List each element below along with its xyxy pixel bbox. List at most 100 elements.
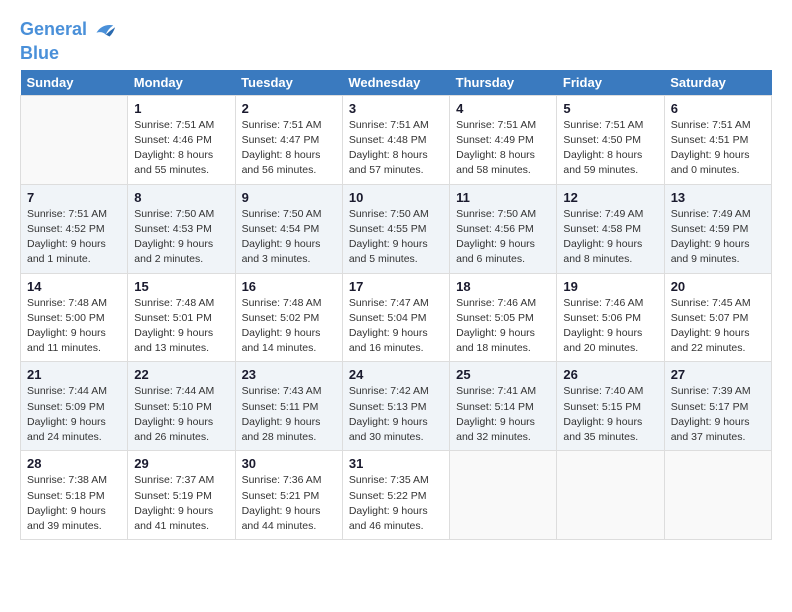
day-info: Sunrise: 7:51 AMSunset: 4:47 PMDaylight:… (242, 118, 336, 179)
day-info: Sunrise: 7:51 AMSunset: 4:52 PMDaylight:… (27, 207, 121, 268)
column-header-saturday: Saturday (664, 70, 771, 96)
calendar-cell: 6 Sunrise: 7:51 AMSunset: 4:51 PMDaylight… (664, 95, 771, 184)
header: General Blue (20, 16, 772, 64)
day-info: Sunrise: 7:35 AMSunset: 5:22 PMDaylight:… (349, 473, 443, 534)
week-row-3: 14 Sunrise: 7:48 AMSunset: 5:00 PMDayligh… (21, 273, 772, 362)
calendar-cell: 16Sunrise: 7:48 AMSunset: 5:02 PMDayligh… (235, 273, 342, 362)
calendar-cell: 20 Sunrise: 7:45 AMSunset: 5:07 PMDayligh… (664, 273, 771, 362)
calendar-cell: 28 Sunrise: 7:38 AMSunset: 5:18 PMDayligh… (21, 451, 128, 540)
day-info: Sunrise: 7:50 AMSunset: 4:54 PMDaylight:… (242, 207, 336, 268)
calendar-cell: 7 Sunrise: 7:51 AMSunset: 4:52 PMDaylight… (21, 184, 128, 273)
day-number: 31 (349, 456, 443, 471)
day-info: Sunrise: 7:44 AMSunset: 5:09 PMDaylight:… (27, 384, 121, 445)
calendar-cell: 1 Sunrise: 7:51 AMSunset: 4:46 PMDaylight… (128, 95, 235, 184)
calendar-cell: 4 Sunrise: 7:51 AMSunset: 4:49 PMDaylight… (450, 95, 557, 184)
logo: General Blue (20, 16, 117, 64)
day-number: 11 (456, 190, 550, 205)
calendar-cell: 29 Sunrise: 7:37 AMSunset: 5:19 PMDayligh… (128, 451, 235, 540)
calendar-cell: 14 Sunrise: 7:48 AMSunset: 5:00 PMDayligh… (21, 273, 128, 362)
day-number: 7 (27, 190, 121, 205)
column-header-wednesday: Wednesday (342, 70, 449, 96)
day-info: Sunrise: 7:50 AMSunset: 4:55 PMDaylight:… (349, 207, 443, 268)
day-info: Sunrise: 7:37 AMSunset: 5:19 PMDaylight:… (134, 473, 228, 534)
day-info: Sunrise: 7:46 AMSunset: 5:06 PMDaylight:… (563, 296, 657, 357)
header-row: SundayMondayTuesdayWednesdayThursdayFrid… (21, 70, 772, 96)
day-number: 18 (456, 279, 550, 294)
column-header-tuesday: Tuesday (235, 70, 342, 96)
day-number: 20 (671, 279, 765, 294)
calendar-cell: 21Sunrise: 7:44 AMSunset: 5:09 PMDayligh… (21, 362, 128, 451)
day-info: Sunrise: 7:40 AMSunset: 5:15 PMDaylight:… (563, 384, 657, 445)
calendar-cell: 5 Sunrise: 7:51 AMSunset: 4:50 PMDaylight… (557, 95, 664, 184)
calendar-cell: 30Sunrise: 7:36 AMSunset: 5:21 PMDayligh… (235, 451, 342, 540)
day-number: 22 (134, 367, 228, 382)
week-row-5: 28 Sunrise: 7:38 AMSunset: 5:18 PMDayligh… (21, 451, 772, 540)
day-number: 1 (134, 101, 228, 116)
day-number: 8 (134, 190, 228, 205)
day-number: 24 (349, 367, 443, 382)
day-info: Sunrise: 7:46 AMSunset: 5:05 PMDaylight:… (456, 296, 550, 357)
calendar-cell: 27Sunrise: 7:39 AMSunset: 5:17 PMDayligh… (664, 362, 771, 451)
day-number: 29 (134, 456, 228, 471)
day-number: 26 (563, 367, 657, 382)
logo-bird-icon (89, 16, 117, 44)
calendar-cell: 13Sunrise: 7:49 AMSunset: 4:59 PMDayligh… (664, 184, 771, 273)
calendar-cell (21, 95, 128, 184)
day-number: 6 (671, 101, 765, 116)
calendar-table: SundayMondayTuesdayWednesdayThursdayFrid… (20, 70, 772, 540)
day-info: Sunrise: 7:51 AMSunset: 4:46 PMDaylight:… (134, 118, 228, 179)
day-number: 4 (456, 101, 550, 116)
day-number: 15 (134, 279, 228, 294)
calendar-cell: 8 Sunrise: 7:50 AMSunset: 4:53 PMDaylight… (128, 184, 235, 273)
calendar-cell: 15 Sunrise: 7:48 AMSunset: 5:01 PMDayligh… (128, 273, 235, 362)
day-number: 19 (563, 279, 657, 294)
day-info: Sunrise: 7:51 AMSunset: 4:51 PMDaylight:… (671, 118, 765, 179)
calendar-cell: 24Sunrise: 7:42 AMSunset: 5:13 PMDayligh… (342, 362, 449, 451)
logo-text2: Blue (20, 44, 117, 64)
calendar-cell: 26 Sunrise: 7:40 AMSunset: 5:15 PMDayligh… (557, 362, 664, 451)
calendar-cell: 18 Sunrise: 7:46 AMSunset: 5:05 PMDayligh… (450, 273, 557, 362)
calendar-cell (557, 451, 664, 540)
calendar-cell: 31 Sunrise: 7:35 AMSunset: 5:22 PMDayligh… (342, 451, 449, 540)
day-number: 3 (349, 101, 443, 116)
week-row-1: 1 Sunrise: 7:51 AMSunset: 4:46 PMDaylight… (21, 95, 772, 184)
day-number: 12 (563, 190, 657, 205)
calendar-cell: 11Sunrise: 7:50 AMSunset: 4:56 PMDayligh… (450, 184, 557, 273)
day-info: Sunrise: 7:44 AMSunset: 5:10 PMDaylight:… (134, 384, 228, 445)
calendar-cell: 25 Sunrise: 7:41 AMSunset: 5:14 PMDayligh… (450, 362, 557, 451)
day-number: 25 (456, 367, 550, 382)
day-number: 9 (242, 190, 336, 205)
calendar-cell: 22 Sunrise: 7:44 AMSunset: 5:10 PMDayligh… (128, 362, 235, 451)
logo-text: General (20, 20, 87, 40)
day-info: Sunrise: 7:39 AMSunset: 5:17 PMDaylight:… (671, 384, 765, 445)
calendar-cell: 23Sunrise: 7:43 AMSunset: 5:11 PMDayligh… (235, 362, 342, 451)
day-info: Sunrise: 7:49 AMSunset: 4:58 PMDaylight:… (563, 207, 657, 268)
calendar-cell: 2 Sunrise: 7:51 AMSunset: 4:47 PMDaylight… (235, 95, 342, 184)
day-info: Sunrise: 7:45 AMSunset: 5:07 PMDaylight:… (671, 296, 765, 357)
day-info: Sunrise: 7:48 AMSunset: 5:01 PMDaylight:… (134, 296, 228, 357)
calendar-cell: 19 Sunrise: 7:46 AMSunset: 5:06 PMDayligh… (557, 273, 664, 362)
calendar-cell: 9 Sunrise: 7:50 AMSunset: 4:54 PMDaylight… (235, 184, 342, 273)
day-number: 17 (349, 279, 443, 294)
day-info: Sunrise: 7:50 AMSunset: 4:53 PMDaylight:… (134, 207, 228, 268)
day-number: 28 (27, 456, 121, 471)
calendar-cell: 3 Sunrise: 7:51 AMSunset: 4:48 PMDaylight… (342, 95, 449, 184)
day-info: Sunrise: 7:43 AMSunset: 5:11 PMDaylight:… (242, 384, 336, 445)
calendar-cell (450, 451, 557, 540)
day-number: 10 (349, 190, 443, 205)
calendar-cell: 10 Sunrise: 7:50 AMSunset: 4:55 PMDayligh… (342, 184, 449, 273)
day-info: Sunrise: 7:48 AMSunset: 5:00 PMDaylight:… (27, 296, 121, 357)
day-info: Sunrise: 7:51 AMSunset: 4:49 PMDaylight:… (456, 118, 550, 179)
day-number: 30 (242, 456, 336, 471)
calendar-cell (664, 451, 771, 540)
day-info: Sunrise: 7:51 AMSunset: 4:50 PMDaylight:… (563, 118, 657, 179)
day-number: 5 (563, 101, 657, 116)
day-info: Sunrise: 7:38 AMSunset: 5:18 PMDaylight:… (27, 473, 121, 534)
week-row-2: 7 Sunrise: 7:51 AMSunset: 4:52 PMDaylight… (21, 184, 772, 273)
day-info: Sunrise: 7:41 AMSunset: 5:14 PMDaylight:… (456, 384, 550, 445)
day-number: 14 (27, 279, 121, 294)
day-info: Sunrise: 7:51 AMSunset: 4:48 PMDaylight:… (349, 118, 443, 179)
column-header-sunday: Sunday (21, 70, 128, 96)
day-number: 2 (242, 101, 336, 116)
day-number: 16 (242, 279, 336, 294)
